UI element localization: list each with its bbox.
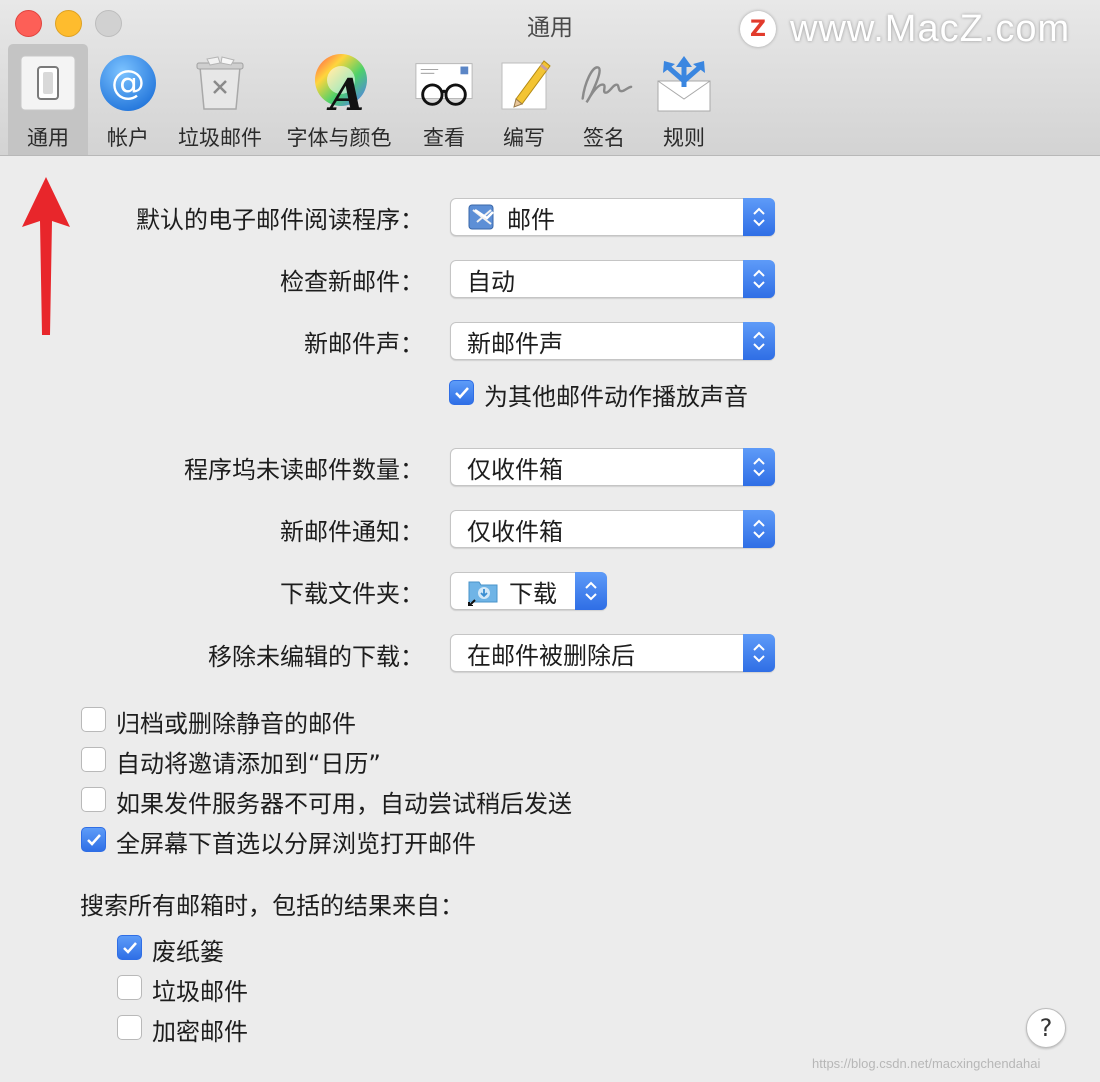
new-mail-notify-value: 仅收件箱 [467, 517, 563, 546]
add-invitations-checkbox[interactable] [81, 747, 106, 772]
signature-icon [573, 52, 635, 114]
archive-muted-checkbox[interactable] [81, 707, 106, 732]
tab-composing[interactable]: 编写 [488, 44, 560, 155]
downloads-folder-popup[interactable]: 下载 [450, 572, 607, 610]
remove-downloads-label: 移除未编辑的下载： [208, 643, 424, 671]
play-sounds-checkbox[interactable] [449, 380, 474, 405]
search-trash-checkbox[interactable] [117, 935, 142, 960]
toolbar: 通用 Z www.MacZ.com 通用 @ 帐户 垃圾邮件 A 字体与颜色 查… [0, 0, 1100, 156]
tab-viewing[interactable]: 查看 [408, 44, 480, 155]
tab-signatures[interactable]: 签名 [568, 44, 640, 155]
watermark-text: www.MacZ.com [790, 7, 1071, 50]
trash-bin-icon [189, 52, 251, 114]
dock-unread-value: 仅收件箱 [467, 455, 563, 484]
tab-label: 编写 [503, 126, 545, 150]
check-new-mail-label: 检查新邮件： [280, 268, 424, 296]
popup-stepper-icon [743, 322, 775, 360]
checkmark-icon [454, 386, 469, 399]
new-mail-sound-label: 新邮件声： [304, 330, 424, 358]
pencil-paper-icon [493, 52, 555, 114]
popup-stepper-icon [743, 448, 775, 486]
downloads-folder-icon [467, 576, 499, 606]
popup-stepper-icon [743, 198, 775, 236]
checkmark-icon [86, 833, 101, 846]
downloads-folder-value: 下载 [509, 579, 557, 608]
mail-app-icon [467, 202, 497, 232]
remove-downloads-popup[interactable]: 在邮件被删除后 [450, 634, 775, 672]
check-new-mail-popup[interactable]: 自动 [450, 260, 775, 298]
general-switch-icon [17, 52, 79, 114]
downloads-folder-label: 下载文件夹： [280, 580, 424, 608]
split-view-checkbox[interactable] [81, 827, 106, 852]
tab-rules[interactable]: 规则 [648, 44, 720, 155]
search-item-label: 加密邮件 [152, 1018, 248, 1046]
checkmark-icon [122, 941, 137, 954]
retry-send-checkbox[interactable] [81, 787, 106, 812]
font-color-wheel-icon: A [308, 52, 370, 114]
option-label: 如果发件服务器不可用，自动尝试稍后发送 [116, 790, 572, 818]
new-mail-sound-popup[interactable]: 新邮件声 [450, 322, 775, 360]
glasses-envelope-icon [413, 52, 475, 114]
option-label: 自动将邀请添加到“日历” [116, 750, 381, 778]
option-label: 全屏幕下首选以分屏浏览打开邮件 [116, 830, 476, 858]
popup-stepper-icon [743, 634, 775, 672]
new-mail-sound-value: 新邮件声 [467, 329, 563, 358]
svg-text:A: A [326, 70, 364, 114]
at-sign-icon: @ [97, 52, 159, 114]
svg-text:@: @ [111, 63, 145, 103]
search-heading: 搜索所有邮箱时，包括的结果来自： [80, 892, 464, 920]
tab-label: 规则 [663, 126, 705, 150]
popup-stepper-icon [743, 510, 775, 548]
default-reader-value: 邮件 [507, 205, 555, 234]
search-item-label: 垃圾邮件 [152, 978, 248, 1006]
credit-watermark: https://blog.csdn.net/macxingchendahai [812, 1056, 1041, 1071]
tab-label: 字体与颜色 [286, 126, 392, 150]
tab-label: 垃圾邮件 [178, 126, 262, 150]
search-encrypted-checkbox[interactable] [117, 1015, 142, 1040]
play-sounds-label: 为其他邮件动作播放声音 [484, 383, 748, 411]
preferences-window: 通用 Z www.MacZ.com 通用 @ 帐户 垃圾邮件 A 字体与颜色 查… [0, 0, 1100, 1082]
new-mail-notify-popup[interactable]: 仅收件箱 [450, 510, 775, 548]
rules-envelope-icon [653, 52, 715, 114]
tab-label: 查看 [423, 126, 465, 150]
check-new-mail-value: 自动 [467, 267, 515, 296]
watermark-logo-icon: Z [740, 11, 776, 47]
option-label: 归档或删除静音的邮件 [116, 710, 356, 738]
tab-label: 帐户 [107, 126, 149, 150]
tab-label: 通用 [27, 126, 69, 150]
new-mail-notify-label: 新邮件通知： [280, 518, 424, 546]
tab-label: 签名 [583, 126, 625, 150]
dock-unread-label: 程序坞未读邮件数量： [184, 456, 424, 484]
dock-unread-popup[interactable]: 仅收件箱 [450, 448, 775, 486]
popup-stepper-icon [575, 572, 607, 610]
tab-fonts-colors[interactable]: A 字体与颜色 [280, 44, 398, 155]
tab-general[interactable]: 通用 [8, 44, 88, 155]
search-junk-checkbox[interactable] [117, 975, 142, 1000]
watermark: Z www.MacZ.com [740, 4, 1090, 54]
remove-downloads-value: 在邮件被删除后 [467, 641, 635, 670]
tab-junk-mail[interactable]: 垃圾邮件 [172, 44, 268, 155]
search-item-label: 废纸篓 [152, 938, 224, 966]
default-reader-label: 默认的电子邮件阅读程序： [136, 206, 424, 234]
tab-accounts[interactable]: @ 帐户 [92, 44, 164, 155]
help-button[interactable]: ? [1026, 1008, 1066, 1048]
popup-stepper-icon [743, 260, 775, 298]
red-arrow-icon [22, 177, 70, 335]
default-reader-popup[interactable]: 邮件 [450, 198, 775, 236]
